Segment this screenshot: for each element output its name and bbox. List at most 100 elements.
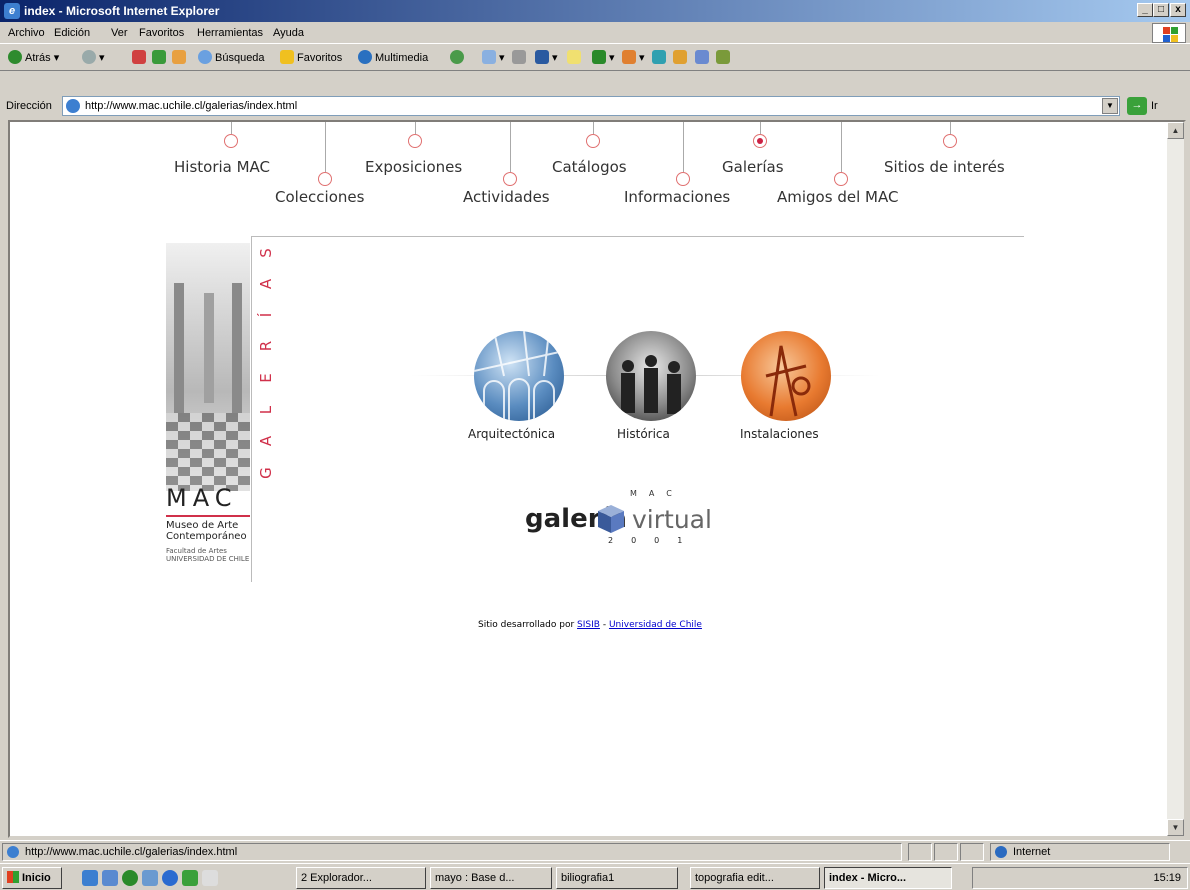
start-label: Inicio <box>22 872 51 884</box>
side-divider <box>251 236 252 582</box>
nav-ring-icon <box>318 172 332 186</box>
nav-actividades[interactable]: Actividades <box>463 188 550 206</box>
nav-dot <box>757 138 763 144</box>
minimize-button[interactable]: _ <box>1137 3 1153 17</box>
forward-arrow-icon <box>82 50 96 64</box>
gallery-historica[interactable]: Histórica <box>617 427 670 441</box>
page-viewport: Historia MAC Exposiciones Catálogos Gale… <box>8 120 1186 838</box>
nav-historia-mac[interactable]: Historia MAC <box>174 158 270 176</box>
page-icon <box>66 99 80 113</box>
mac-logo: MAC <box>166 484 238 512</box>
print-icon <box>512 50 526 64</box>
menu-herramientas[interactable]: Herramientas <box>197 27 263 39</box>
mail-button[interactable]: ▾ <box>482 49 505 67</box>
scroll-up-button[interactable]: ▲ <box>1167 122 1184 139</box>
scroll-down-button[interactable]: ▼ <box>1167 819 1184 836</box>
menu-ver[interactable]: Ver <box>111 27 128 39</box>
go-label[interactable]: Ir <box>1151 100 1158 112</box>
arquitectonica-image[interactable] <box>474 331 564 421</box>
museum-interior-image <box>166 243 250 491</box>
system-tray: 15:19 <box>972 867 1188 889</box>
stop-button[interactable] <box>132 49 149 67</box>
nav-ring-icon <box>586 134 600 148</box>
note-icon <box>567 50 581 64</box>
address-value: http://www.mac.uchile.cl/galerias/index.… <box>85 100 298 112</box>
instalaciones-image[interactable] <box>741 331 831 421</box>
credit-line: Sitio desarrollado por SISIB - Universid… <box>10 620 1170 630</box>
quicklaunch-icon[interactable] <box>142 870 158 886</box>
close-button[interactable]: x <box>1170 3 1186 17</box>
translate-button[interactable]: ▾ <box>622 49 645 67</box>
outlook-quicklaunch-icon[interactable] <box>102 870 118 886</box>
quicklaunch-icon[interactable] <box>162 870 178 886</box>
media-quicklaunch-icon[interactable] <box>122 870 138 886</box>
task-topografia[interactable]: topografia edit... <box>690 867 820 889</box>
gallery-arquitectonica[interactable]: Arquitectónica <box>468 427 555 441</box>
nav-ring-icon <box>503 172 517 186</box>
tool-button-2[interactable] <box>673 49 690 67</box>
tool-button-3[interactable] <box>695 49 712 67</box>
task-explorador[interactable]: 2 Explorador... <box>296 867 426 889</box>
universidad-link[interactable]: Universidad de Chile <box>609 620 702 630</box>
media-icon <box>358 50 372 64</box>
galerias-letter: E <box>257 373 275 383</box>
quicklaunch-icon[interactable] <box>182 870 198 886</box>
nav-amigos-del-mac[interactable]: Amigos del MAC <box>777 188 898 206</box>
discuss-button[interactable] <box>567 49 584 67</box>
maximize-button[interactable]: □ <box>1153 3 1169 17</box>
galerias-letter: R <box>257 340 275 352</box>
search-button[interactable]: Búsqueda <box>198 49 265 67</box>
galeria-virtual-mac: MAC <box>630 489 684 498</box>
menu-archivo[interactable]: Archivo <box>8 27 45 39</box>
tool-button-1[interactable] <box>652 49 669 67</box>
nav-line <box>683 122 684 172</box>
gallery-instalaciones[interactable]: Instalaciones <box>740 427 819 441</box>
status-zone: Internet <box>1013 846 1051 858</box>
menu-favoritos[interactable]: Favoritos <box>139 27 184 39</box>
menu-ayuda[interactable]: Ayuda <box>273 27 304 39</box>
galeria-virtual-word2[interactable]: virtual <box>632 505 712 534</box>
nav-exposiciones[interactable]: Exposiciones <box>365 158 462 176</box>
nav-colecciones[interactable]: Colecciones <box>275 188 364 206</box>
go-button[interactable]: → <box>1127 97 1147 115</box>
home-button[interactable] <box>172 49 189 67</box>
home-icon <box>172 50 186 64</box>
nav-ring-icon <box>943 134 957 148</box>
font-button[interactable]: ▾ <box>592 49 615 67</box>
vertical-scrollbar[interactable]: ▲ ▼ <box>1167 122 1184 836</box>
nav-line <box>593 122 594 134</box>
status-url-panel: http://www.mac.uchile.cl/galerias/index.… <box>2 843 902 861</box>
nav-informaciones[interactable]: Informaciones <box>624 188 730 206</box>
historica-image[interactable] <box>606 331 696 421</box>
header-divider <box>251 236 1024 237</box>
task-index[interactable]: index - Micro... <box>824 867 952 889</box>
media-button[interactable]: Multimedia <box>358 49 428 67</box>
credit-text: Sitio desarrollado por <box>478 620 575 630</box>
ie-icon: e <box>4 3 20 19</box>
history-button[interactable] <box>450 49 467 67</box>
favorites-button[interactable]: Favoritos <box>280 49 342 67</box>
nav-galerias[interactable]: Galerías <box>722 158 784 176</box>
nav-sitios-de-interes[interactable]: Sitios de interés <box>884 158 1005 176</box>
task-biliografia[interactable]: biliografia1 <box>556 867 678 889</box>
nav-catalogos[interactable]: Catálogos <box>552 158 627 176</box>
menu-edicion[interactable]: Edición <box>54 27 90 39</box>
sisib-link[interactable]: SISIB <box>577 620 600 630</box>
address-input[interactable]: http://www.mac.uchile.cl/galerias/index.… <box>62 96 1120 116</box>
taskbar: Inicio 2 Explorador... mayo : Base d... … <box>0 863 1190 890</box>
ie-quicklaunch-icon[interactable] <box>82 870 98 886</box>
start-button[interactable]: Inicio <box>2 867 62 889</box>
edit-button[interactable]: ▾ <box>535 49 558 67</box>
back-button[interactable]: Atrás ▾ <box>8 49 59 67</box>
address-bar: Dirección http://www.mac.uchile.cl/galer… <box>0 94 1190 118</box>
panda-icon[interactable] <box>202 870 218 886</box>
font-icon <box>592 50 606 64</box>
address-dropdown-button[interactable]: ▼ <box>1102 98 1118 114</box>
arches-icon <box>474 331 564 421</box>
refresh-button[interactable] <box>152 49 169 67</box>
task-mayo[interactable]: mayo : Base d... <box>430 867 552 889</box>
tool-button-4[interactable] <box>716 49 733 67</box>
print-button[interactable] <box>512 49 529 67</box>
forward-button[interactable]: ▾ <box>82 49 105 67</box>
credit-separator: - <box>602 620 607 630</box>
